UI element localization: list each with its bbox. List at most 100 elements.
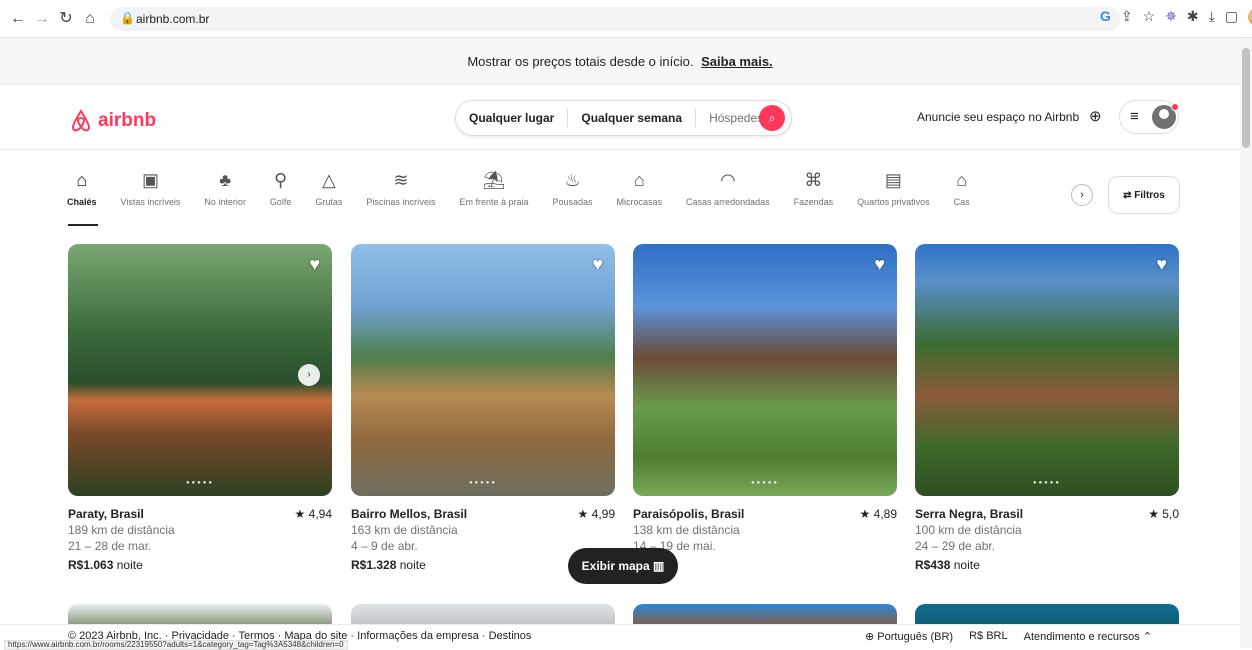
scroll-thumb[interactable] xyxy=(1242,48,1250,148)
puzzle-icon[interactable]: ✱ xyxy=(1187,8,1199,26)
airbnb-logo[interactable]: airbnb xyxy=(68,108,156,134)
category-item[interactable]: ♣ No interior xyxy=(192,168,258,228)
currency-selector[interactable]: R$ BRL xyxy=(969,630,1008,643)
home-icon[interactable]: ⌂ xyxy=(80,9,100,29)
listing-distance: 163 km de distância xyxy=(351,523,458,537)
globe-icon: ⊕ xyxy=(865,631,875,643)
category-label: Casas arredondadas xyxy=(686,197,770,207)
site-header: airbnb Qualquer lugar Qualquer semana Hó… xyxy=(0,86,1240,150)
filters-button[interactable]: ⇄ Filtros xyxy=(1108,176,1180,214)
category-item[interactable]: ◠ Casas arredondadas xyxy=(674,168,782,228)
heart-icon[interactable]: ♥ xyxy=(874,254,885,275)
listing-card[interactable]: ♥ ●●●●● Serra Negra, Brasil ★ 5,0 100 km de … xyxy=(915,244,1179,573)
category-bar: ⌂ Chalés ▣ Vistas incríveis ♣ No interior ⚲ Gol… xyxy=(55,168,1075,228)
category-item[interactable]: ⌘ Fazendas xyxy=(782,168,846,228)
golf-icon: ⚲ xyxy=(274,170,288,190)
category-item[interactable]: ⌂ Microcasas xyxy=(605,168,675,228)
banner-text: Mostrar os preços totais desde o início. xyxy=(467,54,694,69)
extension-icon[interactable]: ✵ xyxy=(1165,8,1177,26)
search-week[interactable]: Qualquer semana xyxy=(568,109,697,127)
show-map-button[interactable]: Exibir mapa ▥ xyxy=(568,548,678,584)
profile-avatar[interactable] xyxy=(1248,8,1252,26)
category-item[interactable]: ⌂ Chalés xyxy=(55,168,109,228)
heart-icon[interactable]: ♥ xyxy=(1156,254,1167,275)
heart-icon[interactable]: ♥ xyxy=(592,254,603,275)
photo-next-icon[interactable]: › xyxy=(298,364,320,386)
support-link[interactable]: Atendimento e recursos ⌃ xyxy=(1024,630,1152,643)
listing-card[interactable]: ♥ ●●●●● Paraisópolis, Brasil ★ 4,89 138 km d… xyxy=(633,244,897,573)
category-item[interactable]: ⚲ Golfe xyxy=(258,168,304,228)
category-item[interactable]: △ Grutas xyxy=(303,168,354,228)
more-category-icon: ⌂ xyxy=(956,170,968,190)
search-icon[interactable]: ⌕ xyxy=(759,105,785,131)
heart-icon[interactable]: ♥ xyxy=(309,254,320,275)
category-label: No interior xyxy=(204,197,246,207)
category-label: Cas xyxy=(953,197,970,207)
listing-card[interactable]: ♥ ●●●●● Bairro Mellos, Brasil ★ 4,99 163 km … xyxy=(351,244,615,573)
listing-location: Paraty, Brasil xyxy=(68,507,144,521)
sidepanel-icon[interactable]: ▢ xyxy=(1225,8,1238,26)
address-bar[interactable]: 🔒 airbnb.com.br xyxy=(110,7,1120,31)
category-item[interactable]: ≋ Piscinas incríveis xyxy=(354,168,447,228)
reload-icon[interactable]: ↻ xyxy=(56,9,76,29)
listing-rating: ★ 5,0 xyxy=(1148,507,1179,521)
listing-price-value: R$1.328 xyxy=(351,558,397,572)
cave-icon: △ xyxy=(321,170,336,190)
listing-rating: ★ 4,99 xyxy=(577,507,615,521)
language-selector[interactable]: ⊕ Português (BR) xyxy=(865,630,953,643)
category-item[interactable]: ▤ Quartos privativos xyxy=(845,168,942,228)
photo-dots: ●●●●● xyxy=(1032,480,1062,486)
listing-dates: 21 – 28 de mar. xyxy=(68,539,152,553)
search-location[interactable]: Qualquer lugar xyxy=(456,109,569,127)
listing-location: Serra Negra, Brasil xyxy=(915,507,1024,521)
cabin-icon: ⌂ xyxy=(76,170,88,190)
search-bar[interactable]: Qualquer lugar Qualquer semana Hóspedes?… xyxy=(455,100,792,136)
bookmark-star-icon[interactable]: ☆ xyxy=(1143,8,1156,26)
filters-label: Filtros xyxy=(1134,190,1165,201)
browser-toolbar: ← → ↻ ⌂ 🔒 airbnb.com.br G ⇪ ☆ ✵ ✱ ⤓ ▢ ⋮ xyxy=(0,0,1252,38)
listing-price-unit: noite xyxy=(953,558,980,572)
notification-dot xyxy=(1171,103,1179,111)
globe-icon[interactable]: ⊕ xyxy=(1089,107,1102,125)
beach-icon: ⛱ xyxy=(482,170,506,190)
back-icon[interactable]: ← xyxy=(8,9,28,29)
listing-price: R$438 noite xyxy=(915,557,1179,573)
category-next-icon[interactable]: › xyxy=(1071,184,1093,206)
user-menu-button[interactable]: ≡ xyxy=(1119,100,1179,134)
listing-distance: 189 km de distância xyxy=(68,523,175,537)
host-link[interactable]: Anuncie seu espaço no Airbnb xyxy=(917,110,1079,124)
listing-price-unit: noite xyxy=(399,558,426,572)
category-label: Golfe xyxy=(269,197,292,207)
category-item[interactable]: ♨ Pousadas xyxy=(541,168,605,228)
hamburger-icon: ≡ xyxy=(1130,108,1139,125)
listing-photo[interactable]: ♥ ●●●●● xyxy=(351,244,615,496)
listing-distance: 138 km de distância xyxy=(633,523,740,537)
google-icon[interactable]: G xyxy=(1100,8,1111,26)
listing-card[interactable]: ♥ › ●●●●● Paraty, Brasil ★ 4,94 189 km de dis… xyxy=(68,244,332,573)
category-item[interactable]: ⌂ Cas xyxy=(942,168,982,228)
category-item[interactable]: ⛱ Em frente à praia xyxy=(447,168,540,228)
listing-rating: ★ 4,94 xyxy=(294,507,332,521)
download-icon[interactable]: ⤓ xyxy=(1209,8,1215,26)
banner-learn-more-link[interactable]: Saiba mais. xyxy=(701,54,773,69)
category-item[interactable]: ▣ Vistas incríveis xyxy=(109,168,193,228)
footer-settings: ⊕ Português (BR) R$ BRL Atendimento e re… xyxy=(865,630,1152,643)
listing-rating: ★ 4,89 xyxy=(859,507,897,521)
photo-dots: ●●●●● xyxy=(468,480,498,486)
listing-price-value: R$1.063 xyxy=(68,558,114,572)
listing-photo[interactable]: ♥ › ●●●●● xyxy=(68,244,332,496)
price-banner: Mostrar os preços totais desde o início.… xyxy=(0,38,1240,85)
forward-icon[interactable]: → xyxy=(32,9,52,29)
share-icon[interactable]: ⇪ xyxy=(1121,8,1133,26)
category-label: Chalés xyxy=(67,197,97,207)
listing-price: R$1.063 noite xyxy=(68,557,332,573)
category-label: Piscinas incríveis xyxy=(366,197,436,207)
listing-photo[interactable]: ♥ ●●●●● xyxy=(633,244,897,496)
address-url: airbnb.com.br xyxy=(136,12,210,26)
show-map-label: Exibir mapa xyxy=(581,559,650,573)
listing-distance: 100 km de distância xyxy=(915,523,1022,537)
listing-photo[interactable]: ♥ ●●●●● xyxy=(915,244,1179,496)
listing-location: Bairro Mellos, Brasil xyxy=(351,507,468,521)
browser-extensions: G ⇪ ☆ ✵ ✱ ⤓ ▢ ⋮ xyxy=(1100,8,1252,26)
page-scrollbar[interactable] xyxy=(1240,38,1252,648)
